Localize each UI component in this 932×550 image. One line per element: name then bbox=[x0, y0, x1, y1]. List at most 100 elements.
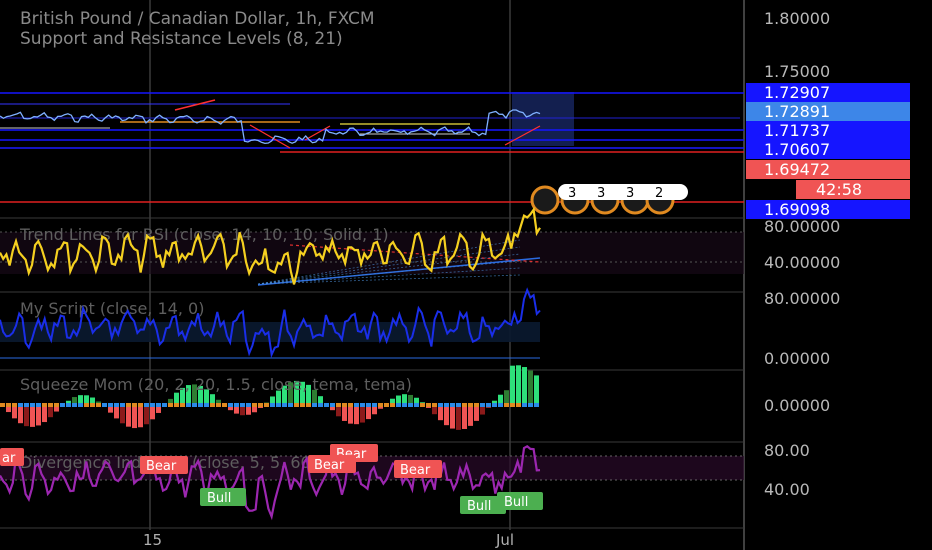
squeeze-dot bbox=[468, 403, 473, 407]
squeeze-dot bbox=[216, 403, 221, 407]
squeeze-dot bbox=[210, 403, 215, 407]
squeeze-bar bbox=[462, 405, 467, 429]
bear-signal-2: Bear bbox=[146, 459, 177, 474]
squeeze-dot bbox=[420, 403, 425, 407]
price-tag-1: 1.72907 bbox=[764, 83, 830, 102]
squeeze-dot bbox=[246, 403, 251, 407]
squeeze-dot bbox=[276, 403, 281, 407]
squeeze-bar bbox=[456, 405, 461, 430]
squeeze-dot bbox=[138, 403, 143, 407]
squeeze-bar bbox=[438, 405, 443, 421]
squeeze-dot bbox=[192, 403, 197, 407]
squeeze-dot bbox=[168, 403, 173, 407]
event-badge-count-4: 2 bbox=[655, 186, 663, 201]
squeeze-dot bbox=[198, 403, 203, 407]
squeeze-dot bbox=[120, 403, 125, 407]
squeeze-dot bbox=[426, 403, 431, 407]
divergence-tick-2: 40.00 bbox=[764, 480, 810, 499]
squeeze-dot bbox=[516, 403, 521, 407]
squeeze-dot bbox=[462, 403, 467, 407]
squeeze-dot bbox=[180, 403, 185, 407]
squeeze-bar bbox=[138, 405, 143, 428]
squeeze-bar bbox=[36, 405, 41, 426]
price-tag-3: 1.71737 bbox=[764, 121, 830, 140]
squeeze-dot bbox=[432, 403, 437, 407]
squeeze-dot bbox=[438, 403, 443, 407]
bull-signal-1: Bull bbox=[207, 491, 231, 506]
squeeze-bar bbox=[132, 405, 137, 429]
bear-signal-1: ar bbox=[2, 451, 16, 466]
squeeze-dot bbox=[156, 403, 161, 407]
bear-signal-4: Bear bbox=[314, 458, 345, 473]
squeeze-bar bbox=[114, 405, 119, 419]
squeeze-dot bbox=[0, 403, 5, 407]
script-tick-1: 80.00000 bbox=[764, 289, 840, 308]
squeeze-dot bbox=[342, 403, 347, 407]
squeeze-dot bbox=[288, 403, 293, 407]
rsi-tick-2: 40.00000 bbox=[764, 253, 840, 272]
squeeze-dot bbox=[312, 403, 317, 407]
squeeze-bar bbox=[528, 370, 533, 405]
current-range-box bbox=[512, 92, 574, 146]
squeeze-dot bbox=[300, 403, 305, 407]
squeeze-dot bbox=[366, 403, 371, 407]
squeeze-bar bbox=[120, 405, 125, 424]
squeeze-dot bbox=[486, 403, 491, 407]
squeeze-dot bbox=[354, 403, 359, 407]
event-badge-count-1: 3 bbox=[568, 186, 576, 201]
bull-signal-3: Bull bbox=[504, 495, 528, 510]
event-badge-pill bbox=[558, 184, 688, 200]
squeeze-bar bbox=[126, 405, 131, 427]
squeeze-dot bbox=[102, 403, 107, 407]
squeeze-dot bbox=[24, 403, 29, 407]
price-tag-4: 1.70607 bbox=[764, 140, 830, 159]
squeeze-dot bbox=[48, 403, 53, 407]
squeeze-dot bbox=[6, 403, 11, 407]
price-tick-1: 1.80000 bbox=[764, 9, 830, 28]
squeeze-dot bbox=[90, 403, 95, 407]
squeeze-dot bbox=[528, 403, 533, 407]
squeeze-bar bbox=[504, 390, 509, 405]
price-tag-5: 1.69472 bbox=[764, 160, 830, 179]
time-label-15: 15 bbox=[143, 531, 162, 549]
squeeze-dot bbox=[42, 403, 47, 407]
squeeze-dot bbox=[228, 403, 233, 407]
bear-signal-5: Bear bbox=[400, 463, 431, 478]
squeeze-dot bbox=[330, 403, 335, 407]
squeeze-bar bbox=[24, 405, 29, 427]
squeeze-tick-1: 0.00000 bbox=[764, 396, 830, 415]
squeeze-dot bbox=[318, 403, 323, 407]
squeeze-bar bbox=[534, 375, 539, 405]
squeeze-dot bbox=[504, 403, 509, 407]
squeeze-dot bbox=[30, 403, 35, 407]
squeeze-dot bbox=[126, 403, 131, 407]
chart-canvas[interactable]: British Pound / Canadian Dollar, 1h, FXC… bbox=[0, 0, 932, 550]
squeeze-bar bbox=[342, 405, 347, 421]
script-pane-title: My Script (close, 14, 0) bbox=[20, 299, 204, 318]
indicator-title: Support and Resistance Levels (8, 21) bbox=[20, 29, 343, 49]
squeeze-dot bbox=[252, 403, 257, 407]
squeeze-dot bbox=[414, 403, 419, 407]
squeeze-bar bbox=[510, 365, 515, 405]
rsi-tick-1: 80.00000 bbox=[764, 217, 840, 236]
squeeze-dot bbox=[36, 403, 41, 407]
squeeze-bar bbox=[18, 405, 23, 424]
squeeze-bar bbox=[522, 367, 527, 405]
squeeze-dot bbox=[348, 403, 353, 407]
squeeze-bar bbox=[468, 405, 473, 426]
squeeze-dot bbox=[132, 403, 137, 407]
squeeze-bar bbox=[42, 405, 47, 423]
squeeze-dot bbox=[402, 403, 407, 407]
time-label-jul: Jul bbox=[495, 531, 514, 549]
event-badge-ring-1 bbox=[530, 185, 560, 215]
squeeze-dot bbox=[204, 403, 209, 407]
squeeze-dot bbox=[444, 403, 449, 407]
squeeze-dot bbox=[144, 403, 149, 407]
squeeze-dot bbox=[450, 403, 455, 407]
squeeze-dot bbox=[240, 403, 245, 407]
squeeze-dot bbox=[264, 403, 269, 407]
squeeze-dot bbox=[72, 403, 77, 407]
squeeze-dot bbox=[96, 403, 101, 407]
squeeze-bar bbox=[444, 405, 449, 426]
squeeze-bar bbox=[450, 405, 455, 429]
